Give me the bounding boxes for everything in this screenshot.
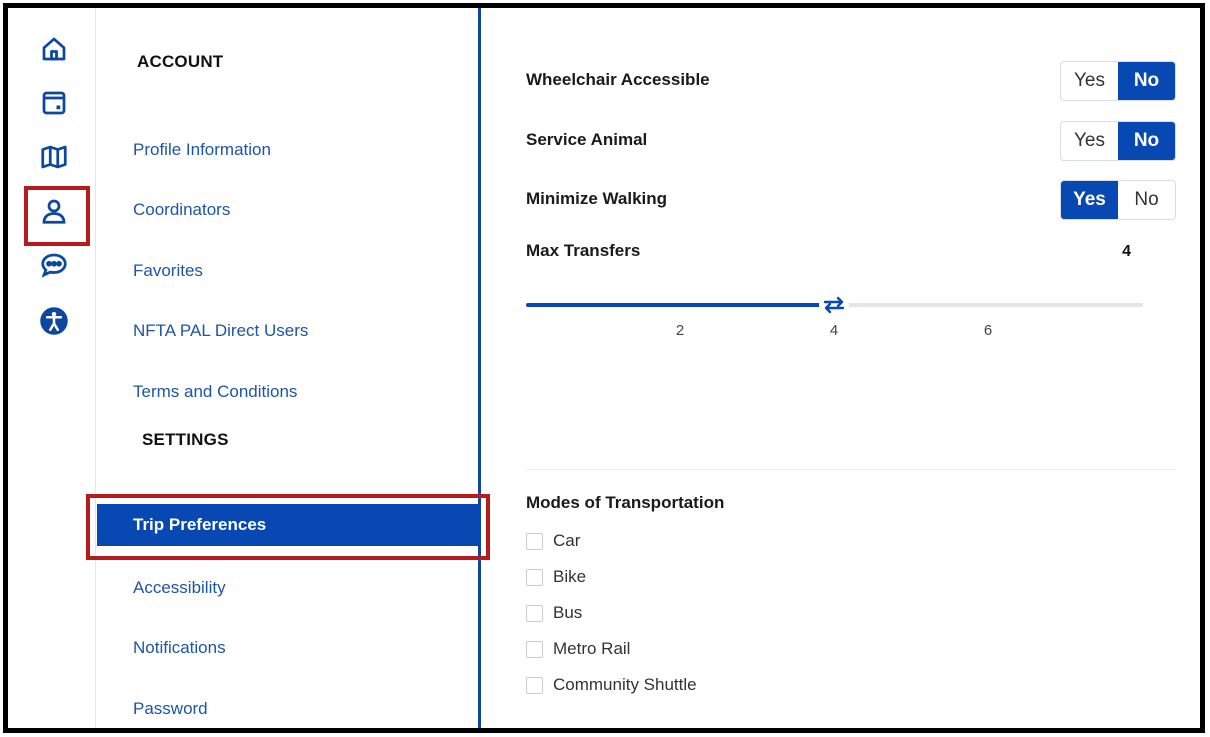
slider-thumb[interactable] xyxy=(819,291,849,319)
mode-car[interactable]: Car xyxy=(526,529,580,553)
trip-preferences-panel: Wheelchair Accessible Yes No Service Ani… xyxy=(526,8,1176,728)
nav-item-coordinators[interactable]: Coordinators xyxy=(97,188,479,232)
bike-checkbox[interactable] xyxy=(526,568,543,586)
nav-item-notifications[interactable]: Notifications xyxy=(97,626,479,670)
car-checkbox[interactable] xyxy=(526,532,543,550)
calendar-icon[interactable] xyxy=(33,82,75,124)
nav-item-password[interactable]: Password xyxy=(97,687,479,728)
service-animal-toggle: Yes No xyxy=(1060,121,1176,161)
app-window: ACCOUNT Profile Information Coordinators… xyxy=(3,3,1205,733)
modes-of-transportation-title: Modes of Transportation xyxy=(526,493,725,512)
chat-icon[interactable] xyxy=(33,244,75,286)
trip-preferences-highlight xyxy=(86,494,490,560)
home-icon[interactable] xyxy=(33,28,75,70)
wheelchair-yes-option[interactable]: Yes xyxy=(1061,62,1118,100)
slider-tick-2: 2 xyxy=(675,322,685,339)
bus-checkbox[interactable] xyxy=(526,604,543,622)
car-label: Car xyxy=(553,531,581,550)
section-divider xyxy=(526,469,1176,470)
nav-item-accessibility[interactable]: Accessibility xyxy=(97,566,479,610)
icon-rail xyxy=(8,8,96,728)
nav-item-nfta-pal-direct-users[interactable]: NFTA PAL Direct Users xyxy=(97,309,479,353)
account-section-title: ACCOUNT xyxy=(137,52,224,71)
max-transfers-label: Max Transfers xyxy=(526,241,641,260)
metro-rail-checkbox[interactable] xyxy=(526,640,543,658)
bike-label: Bike xyxy=(553,567,587,586)
mode-bus[interactable]: Bus xyxy=(526,601,582,625)
slider-tick-6: 6 xyxy=(983,322,993,339)
accessibility-icon[interactable] xyxy=(33,300,75,342)
nav-item-profile-information[interactable]: Profile Information xyxy=(97,128,479,172)
minimize-walking-toggle: Yes No xyxy=(1060,180,1176,220)
community-shuttle-label: Community Shuttle xyxy=(553,675,697,694)
minimize-walking-yes-option[interactable]: Yes xyxy=(1061,181,1118,219)
slider-tick-4: 4 xyxy=(829,322,839,339)
nav-item-favorites[interactable]: Favorites xyxy=(97,249,479,293)
service-animal-yes-option[interactable]: Yes xyxy=(1061,122,1118,160)
max-transfers-slider[interactable] xyxy=(526,291,1143,319)
user-icon-highlight xyxy=(24,186,90,246)
map-icon[interactable] xyxy=(33,136,75,178)
service-animal-label: Service Animal xyxy=(526,130,648,149)
mode-metro-rail[interactable]: Metro Rail xyxy=(526,637,630,661)
bus-label: Bus xyxy=(553,603,583,622)
settings-nav: ACCOUNT Profile Information Coordinators… xyxy=(97,8,481,728)
nav-item-terms-and-conditions[interactable]: Terms and Conditions xyxy=(97,370,479,414)
settings-section-title: SETTINGS xyxy=(142,430,229,449)
minimize-walking-no-option[interactable]: No xyxy=(1118,181,1175,219)
mode-community-shuttle[interactable]: Community Shuttle xyxy=(526,673,697,697)
mode-bike[interactable]: Bike xyxy=(526,565,586,589)
slider-fill xyxy=(526,303,833,307)
minimize-walking-label: Minimize Walking xyxy=(526,189,668,208)
swap-arrows-icon xyxy=(823,296,845,314)
metro-rail-label: Metro Rail xyxy=(553,639,631,658)
service-animal-no-option[interactable]: No xyxy=(1118,122,1175,160)
wheelchair-accessible-label: Wheelchair Accessible xyxy=(526,70,710,89)
max-transfers-value: 4 xyxy=(1122,243,1131,260)
wheelchair-no-option[interactable]: No xyxy=(1118,62,1175,100)
wheelchair-accessible-toggle: Yes No xyxy=(1060,61,1176,101)
community-shuttle-checkbox[interactable] xyxy=(526,676,543,694)
